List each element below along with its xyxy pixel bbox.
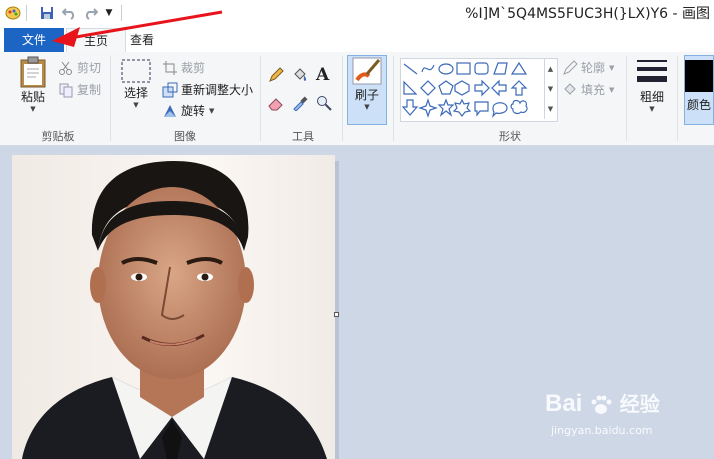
resize-label: 重新调整大小 xyxy=(181,83,254,97)
color1-button[interactable]: 颜色 xyxy=(684,55,714,125)
line-weight-icon xyxy=(637,60,667,82)
eraser-tool[interactable] xyxy=(268,95,287,111)
shapes-scroll-down-icon[interactable]: ▼ xyxy=(545,79,556,99)
canvas-shadow xyxy=(335,161,339,459)
resize-icon xyxy=(162,82,178,97)
group-divider xyxy=(393,56,394,141)
shapes-scroll-up-icon[interactable]: ▲ xyxy=(545,59,556,79)
shapes-gallery-icons xyxy=(401,61,528,118)
rotate-label: 旋转 xyxy=(181,104,206,118)
paste-button[interactable]: 粘贴 ▼ xyxy=(14,56,52,113)
watermark-url: jingyan.baidu.com xyxy=(551,424,653,437)
group-divider xyxy=(260,56,261,141)
crop-button[interactable]: 裁剪 xyxy=(162,59,205,76)
fill-shape-label: 填充 xyxy=(581,83,606,97)
color-picker-tool[interactable] xyxy=(292,95,311,111)
eyedropper-icon xyxy=(293,96,308,111)
group-label-clipboard: 剪贴板 xyxy=(41,130,75,143)
pencil-icon xyxy=(269,67,284,82)
select-dropdown-icon[interactable]: ▼ xyxy=(133,101,138,109)
rotate-icon xyxy=(164,104,176,117)
tab-file[interactable]: 文件 xyxy=(4,28,64,52)
clipboard-icon xyxy=(20,56,46,88)
size-label: 粗细 xyxy=(639,90,664,104)
brushes-label: 刷子 xyxy=(354,88,379,102)
shapes-scroll[interactable]: ▲ ▼ ▼ xyxy=(544,59,556,119)
size-dropdown-icon[interactable]: ▼ xyxy=(649,105,654,113)
window-title: %I]M`5Q4MS5FUC3H(}LX)Y6 - 画图 xyxy=(465,6,710,22)
size-button[interactable]: 粗细 ▼ xyxy=(634,58,670,113)
outline-dropdown-icon[interactable]: ▼ xyxy=(609,64,614,72)
pencil-tool[interactable] xyxy=(268,67,287,83)
scissors-icon xyxy=(59,61,72,75)
customize-toolbar-dropdown-icon[interactable]: ▼ xyxy=(103,5,115,21)
group-label-image: 图像 xyxy=(174,130,196,143)
group-divider xyxy=(342,56,343,141)
fill-bucket-icon xyxy=(564,82,576,95)
fill-dropdown-icon[interactable]: ▼ xyxy=(609,86,614,94)
paint-bucket-icon xyxy=(294,68,307,81)
baidu-watermark: Bai 经验 jingyan.baidu.com xyxy=(545,386,714,446)
cut-button[interactable]: 剪切 xyxy=(58,59,101,76)
magnifier-tool[interactable] xyxy=(316,95,335,111)
shapes-expand-icon[interactable]: ▼ xyxy=(545,99,556,119)
crop-label: 裁剪 xyxy=(181,61,206,75)
text-tool[interactable]: A xyxy=(316,65,329,85)
canvas-image[interactable] xyxy=(12,155,335,459)
ribbon-home: 粘贴 ▼ 剪切 复制 剪贴板 选择 ▼ 裁剪 重新调整大小 旋转 ▼ 图像 A xyxy=(0,52,714,146)
brush-icon xyxy=(352,57,382,85)
watermark-brand-cn: 经验 xyxy=(619,394,660,416)
rotate-button[interactable]: 旋转 ▼ xyxy=(162,102,214,119)
crop-icon xyxy=(163,60,177,75)
quick-access-divider xyxy=(26,5,31,21)
paste-label: 粘贴 xyxy=(20,90,45,104)
outline-pencil-icon xyxy=(563,59,578,75)
rotate-dropdown-icon[interactable]: ▼ xyxy=(209,107,214,115)
outline-button[interactable]: 轮廓 ▼ xyxy=(562,59,614,76)
quick-access-divider xyxy=(121,5,126,21)
fill-tool[interactable] xyxy=(292,67,311,83)
tab-view-label: 查看 xyxy=(129,33,154,47)
title-bar: ▼ %I]M`5Q4MS5FUC3H(}LX)Y6 - 画图 xyxy=(0,0,714,28)
brushes-button[interactable]: 刷子 ▼ xyxy=(347,55,387,125)
color1-swatch xyxy=(685,60,713,92)
group-divider xyxy=(626,56,627,141)
undo-icon[interactable] xyxy=(60,5,78,21)
paint-app-icon[interactable] xyxy=(4,5,22,21)
color1-label: 颜色 xyxy=(686,98,711,112)
selection-rectangle-icon xyxy=(121,59,151,83)
tab-home-label: 主页 xyxy=(83,34,108,48)
group-label-tools: 工具 xyxy=(292,130,314,143)
tab-file-label: 文件 xyxy=(21,33,46,47)
eraser-icon xyxy=(268,98,283,111)
ribbon-tabs: 主页 文件 查看 xyxy=(0,28,714,53)
text-icon: A xyxy=(316,65,330,85)
fill-shape-button[interactable]: 填充 ▼ xyxy=(562,81,614,98)
canvas-resize-handle[interactable] xyxy=(334,312,339,317)
redo-icon[interactable] xyxy=(82,5,100,21)
tab-view[interactable]: 查看 xyxy=(112,28,172,52)
save-icon[interactable] xyxy=(38,5,56,21)
copy-label: 复制 xyxy=(77,83,102,97)
group-divider xyxy=(677,56,678,141)
select-button[interactable]: 选择 ▼ xyxy=(118,58,154,109)
paste-dropdown-icon[interactable]: ▼ xyxy=(30,105,35,113)
paw-icon xyxy=(589,393,613,417)
magnifier-icon xyxy=(317,96,332,111)
copy-button[interactable]: 复制 xyxy=(58,81,101,98)
group-divider xyxy=(110,56,111,141)
outline-label: 轮廓 xyxy=(581,61,606,75)
watermark-brand: Bai xyxy=(545,390,583,417)
watermark-logo: Bai 经验 xyxy=(545,388,660,418)
shapes-gallery[interactable] xyxy=(400,58,558,122)
portrait-photo xyxy=(22,161,327,459)
select-label: 选择 xyxy=(123,86,148,100)
group-label-shapes: 形状 xyxy=(499,130,521,143)
resize-button[interactable]: 重新调整大小 xyxy=(162,81,253,98)
copy-icon xyxy=(59,83,73,97)
cut-label: 剪切 xyxy=(77,61,102,75)
brushes-dropdown-icon[interactable]: ▼ xyxy=(364,103,369,111)
